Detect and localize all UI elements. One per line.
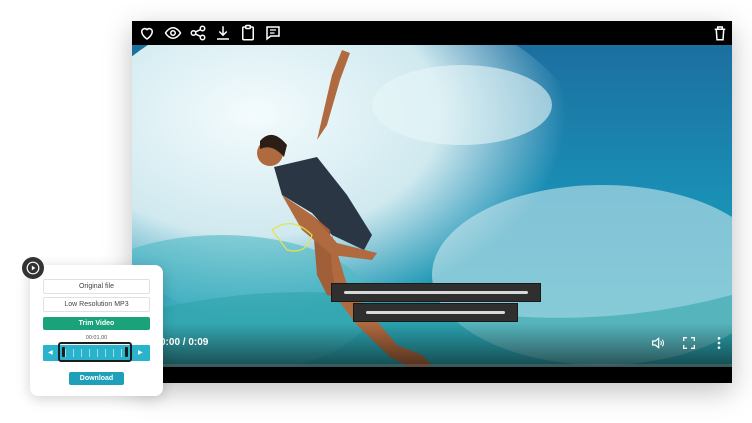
eye-icon[interactable] bbox=[164, 24, 182, 42]
time-display: 0:00 / 0:09 bbox=[160, 337, 209, 348]
trim-range-handle[interactable] bbox=[58, 342, 132, 362]
export-panel: Original file Low Resolution MP3 Trim Vi… bbox=[30, 265, 163, 396]
trash-icon[interactable] bbox=[711, 24, 729, 42]
fullscreen-icon[interactable] bbox=[681, 335, 697, 351]
volume-icon[interactable] bbox=[650, 335, 666, 351]
trim-right-arrow-icon[interactable]: ▶ bbox=[138, 349, 143, 357]
comment-icon[interactable] bbox=[264, 24, 282, 42]
video-toolbar bbox=[132, 21, 732, 45]
clipboard-icon[interactable] bbox=[239, 24, 257, 42]
download-button[interactable]: Download bbox=[69, 372, 124, 385]
download-icon[interactable] bbox=[214, 24, 232, 42]
trim-track[interactable]: ◀ ▶ bbox=[43, 342, 150, 362]
low-resolution-mp3-button[interactable]: Low Resolution MP3 bbox=[43, 297, 150, 312]
more-vertical-icon[interactable] bbox=[711, 335, 727, 351]
player-controls: 0:00 / 0:09 bbox=[132, 323, 732, 367]
trim-left-arrow-icon[interactable]: ◀ bbox=[48, 349, 53, 357]
share-icon[interactable] bbox=[189, 24, 207, 42]
trim-video-button[interactable]: Trim Video bbox=[43, 317, 150, 330]
original-file-button[interactable]: Original file bbox=[43, 279, 150, 294]
play-icon[interactable] bbox=[22, 257, 44, 279]
caption-line-2 bbox=[353, 303, 518, 322]
video-player[interactable]: 0:00 / 0:09 bbox=[132, 21, 732, 383]
heart-icon[interactable] bbox=[138, 24, 156, 42]
player-bottom-bar bbox=[132, 367, 732, 383]
caption-line-1 bbox=[331, 283, 541, 302]
trim-time-label: 00:01.00 bbox=[85, 335, 108, 341]
